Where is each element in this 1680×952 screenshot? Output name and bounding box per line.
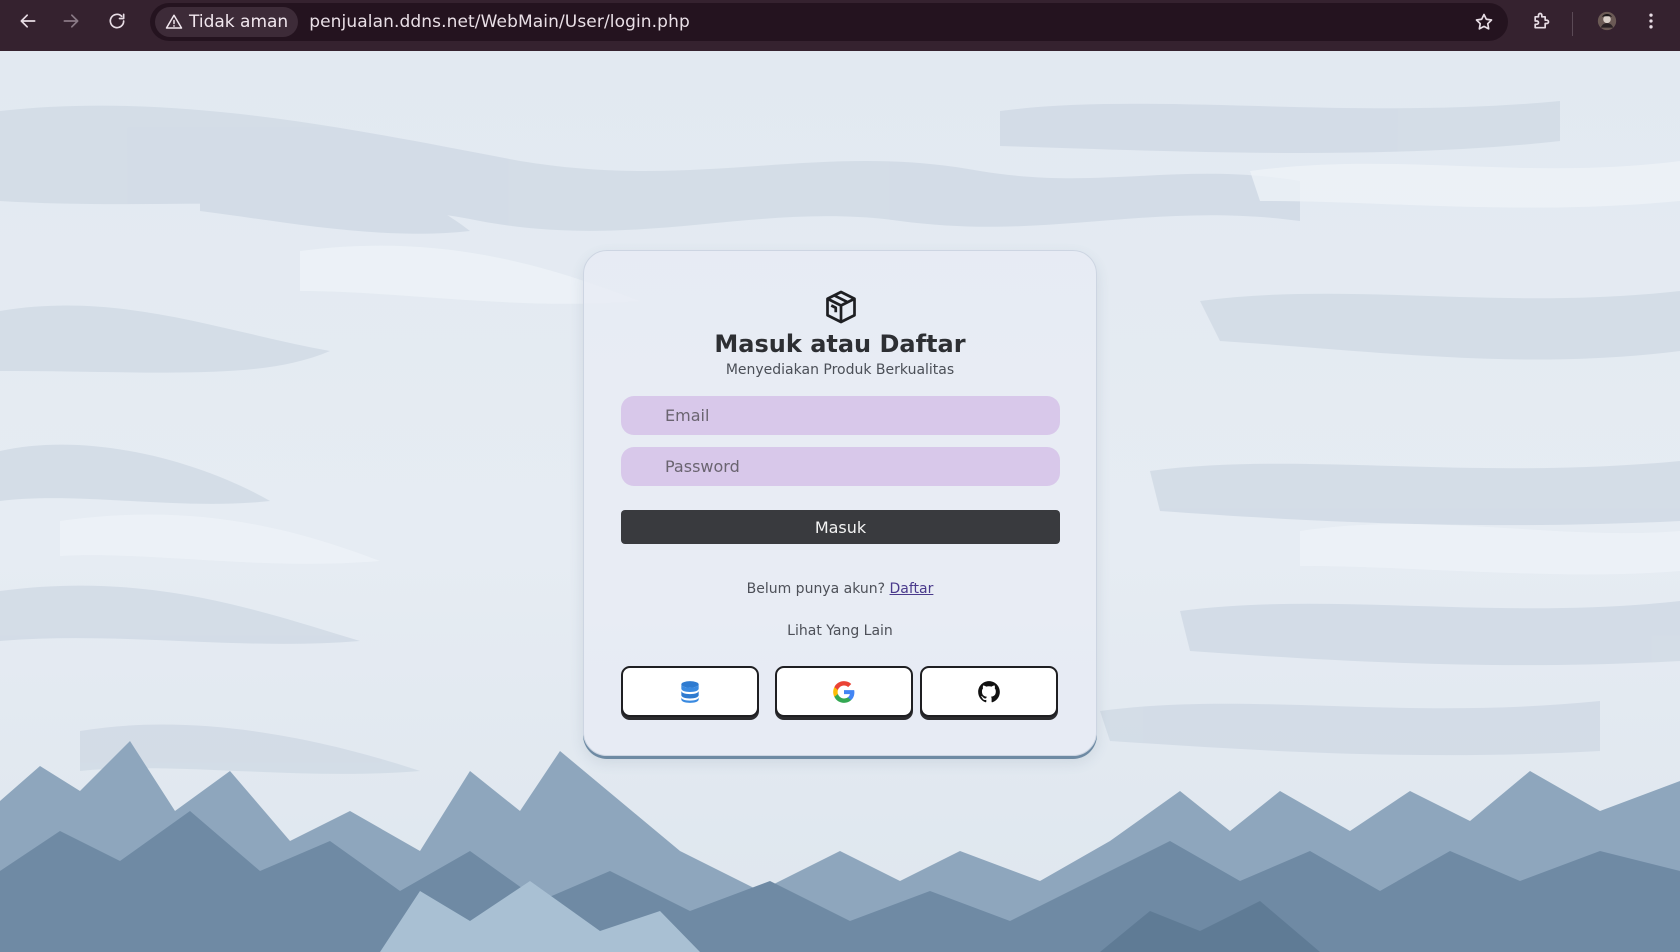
login-card: Masuk atau Daftar Menyediakan Produk Ber… xyxy=(583,250,1097,756)
extensions-icon xyxy=(1534,12,1550,29)
login-button[interactable]: Masuk xyxy=(621,510,1060,544)
avatar xyxy=(1597,11,1617,31)
signup-prompt-text: Belum punya akun? xyxy=(746,581,886,597)
menu-icon xyxy=(1649,13,1653,29)
email-field[interactable] xyxy=(621,396,1060,435)
signup-prompt: Belum punya akun? Daftar xyxy=(584,581,1096,597)
github-login-button[interactable] xyxy=(920,666,1058,717)
password-field[interactable] xyxy=(621,447,1060,486)
box-icon xyxy=(826,290,856,324)
signup-link[interactable]: Daftar xyxy=(890,581,934,597)
extensions-button[interactable] xyxy=(1521,1,1561,41)
page-title: Masuk atau Daftar xyxy=(714,330,966,358)
forward-button[interactable] xyxy=(51,1,91,41)
security-label: Tidak aman xyxy=(189,12,289,32)
bookmark-button[interactable] xyxy=(1474,12,1494,36)
browser-toolbar: Tidak aman penjualan.ddns.net/WebMain/Us… xyxy=(0,0,1680,51)
page-subtitle: Menyediakan Produk Berkualitas xyxy=(725,362,955,378)
page-content: Masuk atau Daftar Menyediakan Produk Ber… xyxy=(0,51,1680,952)
database-login-button[interactable] xyxy=(621,666,759,717)
google-icon xyxy=(833,680,855,703)
security-chip[interactable]: Tidak aman xyxy=(155,7,299,37)
back-button[interactable] xyxy=(8,1,48,41)
reload-icon xyxy=(109,13,125,29)
profile-button[interactable] xyxy=(1587,1,1627,41)
warning-icon xyxy=(165,14,183,29)
reload-button[interactable] xyxy=(97,1,137,41)
forward-icon xyxy=(63,14,79,28)
address-bar[interactable]: Tidak aman penjualan.ddns.net/WebMain/Us… xyxy=(150,3,1508,41)
github-icon xyxy=(978,680,1000,702)
back-icon xyxy=(20,14,36,28)
box-logo xyxy=(823,289,859,325)
menu-button[interactable] xyxy=(1631,1,1671,41)
url-text[interactable]: penjualan.ddns.net/WebMain/User/login.ph… xyxy=(309,12,690,32)
other-options-label: Lihat Yang Lain xyxy=(787,623,893,639)
google-login-button[interactable] xyxy=(775,666,913,717)
toolbar-divider xyxy=(1572,12,1573,36)
database-icon xyxy=(681,680,699,703)
star-icon xyxy=(1475,13,1493,30)
